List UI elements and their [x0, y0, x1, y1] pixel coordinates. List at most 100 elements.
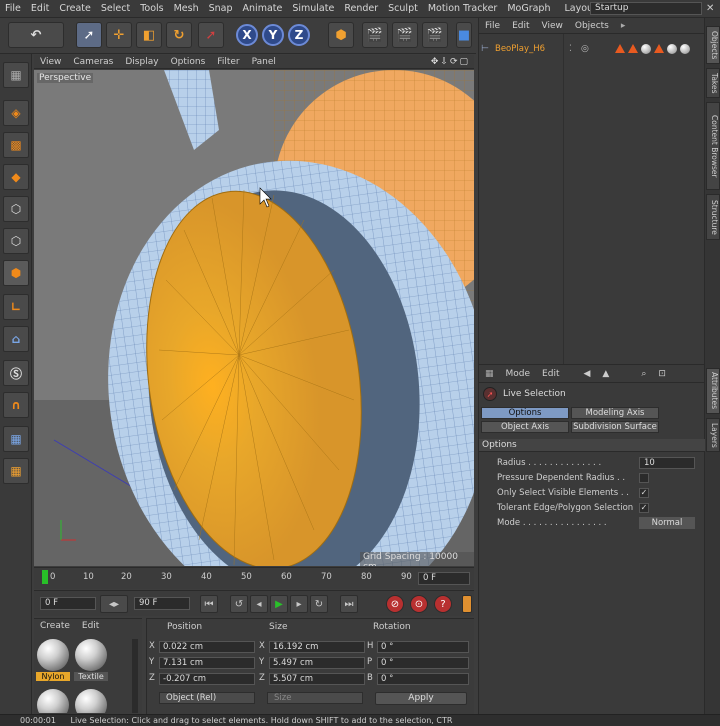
material-menu-edit[interactable]: Edit	[76, 621, 105, 631]
menu-snap[interactable]: Snap	[204, 3, 238, 14]
position-x-field[interactable]: 0.022 cm	[159, 641, 255, 653]
visible-only-checkbox[interactable]: ✓	[639, 488, 649, 498]
material-swatch[interactable]: Nylon	[36, 639, 70, 681]
material-swatch[interactable]	[36, 689, 70, 713]
mode-select[interactable]: Normal	[639, 517, 695, 529]
record-keys-button[interactable]: ⊘	[386, 595, 404, 613]
objects-menu-objects[interactable]: Objects	[569, 21, 615, 31]
rotation-h-field[interactable]: 0 °	[377, 641, 469, 653]
rotation-b-field[interactable]: 0 °	[377, 673, 469, 685]
magnet-button[interactable]: ∩	[3, 392, 29, 418]
next-frame-button[interactable]: ▸	[290, 595, 308, 613]
object-row[interactable]: ⊢ BeoPlay_H6 ⁚ ◎	[481, 42, 701, 56]
material-swatch[interactable]	[74, 689, 108, 713]
menu-motion-tracker[interactable]: Motion Tracker	[423, 3, 503, 14]
viewport-menu-display[interactable]: Display	[119, 57, 164, 67]
menu-create[interactable]: Create	[54, 3, 96, 14]
tolerant-selection-checkbox[interactable]: ✓	[639, 503, 649, 513]
radius-field[interactable]: 10	[639, 457, 695, 469]
edges-mode-button[interactable]: ⬡	[3, 228, 29, 254]
menu-sculpt[interactable]: Sculpt	[383, 3, 423, 14]
prev-frame-button[interactable]: ◂	[250, 595, 268, 613]
menu-overflow-icon[interactable]: ▸	[615, 21, 632, 31]
attributes-menu-mode[interactable]: Mode	[500, 369, 537, 379]
menu-select[interactable]: Select	[96, 3, 135, 14]
size-y-field[interactable]: 5.497 cm	[269, 657, 365, 669]
snap-button[interactable]: Ⓢ	[3, 360, 29, 386]
coordinate-mode-select[interactable]: Object (Rel)	[159, 692, 255, 704]
size-z-field[interactable]: 5.507 cm	[269, 673, 365, 685]
phong-tag-icon[interactable]	[628, 44, 638, 53]
render-settings-button[interactable]: 🎬	[422, 22, 448, 48]
more-tools-button[interactable]	[462, 595, 472, 613]
phong-tag-icon[interactable]	[654, 44, 664, 53]
tab-structure[interactable]: Structure	[706, 194, 720, 240]
coordinate-system-button[interactable]: ⬢	[328, 22, 354, 48]
menu-edit[interactable]: Edit	[26, 3, 54, 14]
next-key-button[interactable]: ↻	[310, 595, 328, 613]
search-icon[interactable]: ⌕	[635, 369, 652, 379]
goto-end-button[interactable]: ⏭	[340, 595, 358, 613]
polygons-mode-button[interactable]: ⬢	[3, 260, 29, 286]
material-swatch[interactable]: Textile	[74, 639, 108, 681]
nav-up-icon[interactable]: ▲	[596, 369, 615, 379]
attributes-menu-edit[interactable]: Edit	[536, 369, 565, 379]
layer-icon[interactable]: ◎	[581, 44, 589, 54]
x-axis-lock[interactable]: X	[236, 24, 258, 46]
material-tag-icon[interactable]	[667, 44, 677, 54]
nav-back-icon[interactable]: ◀	[577, 369, 596, 379]
live-selection-button[interactable]: ➚	[76, 22, 102, 48]
lock-icon[interactable]: ⊡	[652, 369, 672, 379]
visibility-dots-icon[interactable]: ⁚	[569, 44, 572, 54]
workplane-lock-button[interactable]: ▦	[3, 426, 29, 452]
position-z-field[interactable]: -0.207 cm	[159, 673, 255, 685]
viewport-menu-options[interactable]: Options	[165, 57, 212, 67]
material-menu-create[interactable]: Create	[34, 621, 76, 631]
play-button[interactable]: ▶	[270, 595, 288, 613]
position-y-field[interactable]: 7.131 cm	[159, 657, 255, 669]
y-axis-lock[interactable]: Y	[262, 24, 284, 46]
viewport-perspective[interactable]: Perspective Grid Spacing : 10000 cm	[34, 70, 474, 566]
viewport-menu-filter[interactable]: Filter	[211, 57, 245, 67]
close-icon[interactable]: ✕	[706, 3, 714, 14]
menu-tools[interactable]: Tools	[135, 3, 168, 14]
rotate-button[interactable]: ↻	[166, 22, 192, 48]
goto-start-button[interactable]: ⏮	[200, 595, 218, 613]
tab-options[interactable]: Options	[481, 407, 569, 419]
menu-grid-icon[interactable]: ▦	[479, 369, 500, 379]
objects-menu-edit[interactable]: Edit	[506, 21, 535, 31]
objects-menu-file[interactable]: File	[479, 21, 506, 31]
pressure-radius-checkbox[interactable]	[639, 473, 649, 483]
model-mode-button[interactable]: ◈	[3, 100, 29, 126]
apply-button[interactable]: Apply	[375, 692, 467, 705]
z-axis-lock[interactable]: Z	[288, 24, 310, 46]
frame-range-slider[interactable]: ◂▸	[100, 595, 128, 613]
size-mode-select[interactable]: Size	[267, 692, 363, 704]
keyframe-selection-button[interactable]: ?	[434, 595, 452, 613]
axis-mode-button[interactable]: ∟	[3, 294, 29, 320]
tab-attributes[interactable]: Attributes	[706, 368, 720, 414]
rotation-p-field[interactable]: 0 °	[377, 657, 469, 669]
objects-menu-view[interactable]: View	[536, 21, 569, 31]
phong-tag-icon[interactable]	[615, 44, 625, 53]
prev-key-button[interactable]: ↺	[230, 595, 248, 613]
render-view-button[interactable]: 🎬	[362, 22, 388, 48]
viewport-menu-view[interactable]: View	[34, 57, 67, 67]
menu-render[interactable]: Render	[339, 3, 383, 14]
viewport-menu-panel[interactable]: Panel	[246, 57, 282, 67]
tab-object-axis[interactable]: Object Axis	[481, 421, 569, 433]
menu-mograph[interactable]: MoGraph	[502, 3, 555, 14]
tab-content-browser[interactable]: Content Browser	[706, 102, 720, 190]
start-frame-field[interactable]: 0 F	[40, 597, 96, 610]
current-frame-field[interactable]: 0 F	[418, 572, 470, 585]
scale-button[interactable]: ◧	[136, 22, 162, 48]
material-scrollbar[interactable]	[132, 639, 138, 713]
tab-objects[interactable]: Objects	[706, 26, 720, 64]
layout-select[interactable]: Startup	[590, 2, 702, 15]
recent-tool-button[interactable]: ➚	[198, 22, 224, 48]
menu-mesh[interactable]: Mesh	[169, 3, 204, 14]
workplane-mode-button[interactable]: ◆	[3, 164, 29, 190]
points-mode-button[interactable]: ⬡	[3, 196, 29, 222]
autokey-button[interactable]: ⊙	[410, 595, 428, 613]
primitive-cube-button[interactable]: ■	[456, 22, 472, 48]
